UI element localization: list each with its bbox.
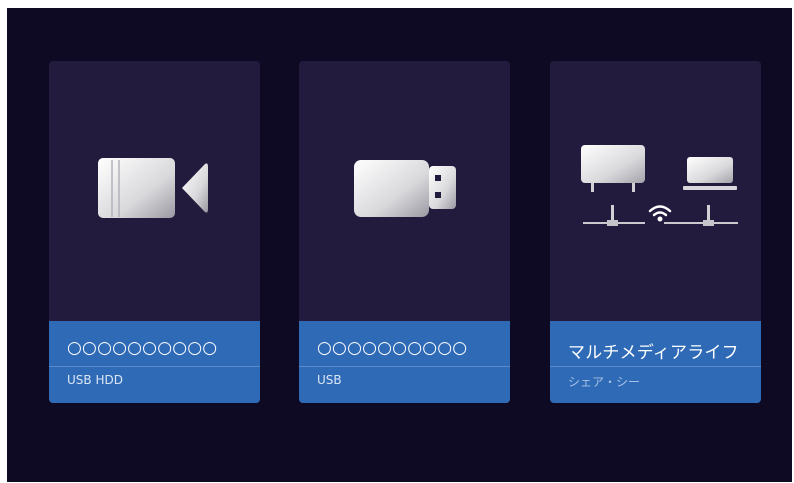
card-label: ○○○○○○○○○○ USB HDD [49,321,260,403]
network-share-icon [581,145,738,226]
card-artwork [299,61,510,321]
card-subtitle: USB HDD [67,373,123,387]
card-title: マルチメディアライフ [568,343,739,363]
usb-card[interactable]: ○○○○○○○○○○ USB [299,61,510,403]
card-label: マルチメディアライフ シェア・シー [550,321,761,403]
card-title: ○○○○○○○○○○ [67,338,218,358]
card-artwork [550,61,761,321]
divider [49,366,260,367]
card-label: ○○○○○○○○○○ USB [299,321,510,403]
divider [299,366,510,367]
usb-hdd-card[interactable]: ○○○○○○○○○○ USB HDD [49,61,260,403]
multimedia-life-card[interactable]: マルチメディアライフ シェア・シー [550,61,761,403]
video-camera-icon [98,158,208,218]
card-subtitle: USB [317,373,342,387]
home-screen: ○○○○○○○○○○ USB HDD ○○○○○○○○○○ USB マルチメディ… [7,8,792,482]
usb-drive-icon [354,160,456,217]
card-subtitle: シェア・シー [568,375,641,389]
divider [550,366,761,367]
card-title: ○○○○○○○○○○ [317,338,468,358]
card-artwork [49,61,260,321]
